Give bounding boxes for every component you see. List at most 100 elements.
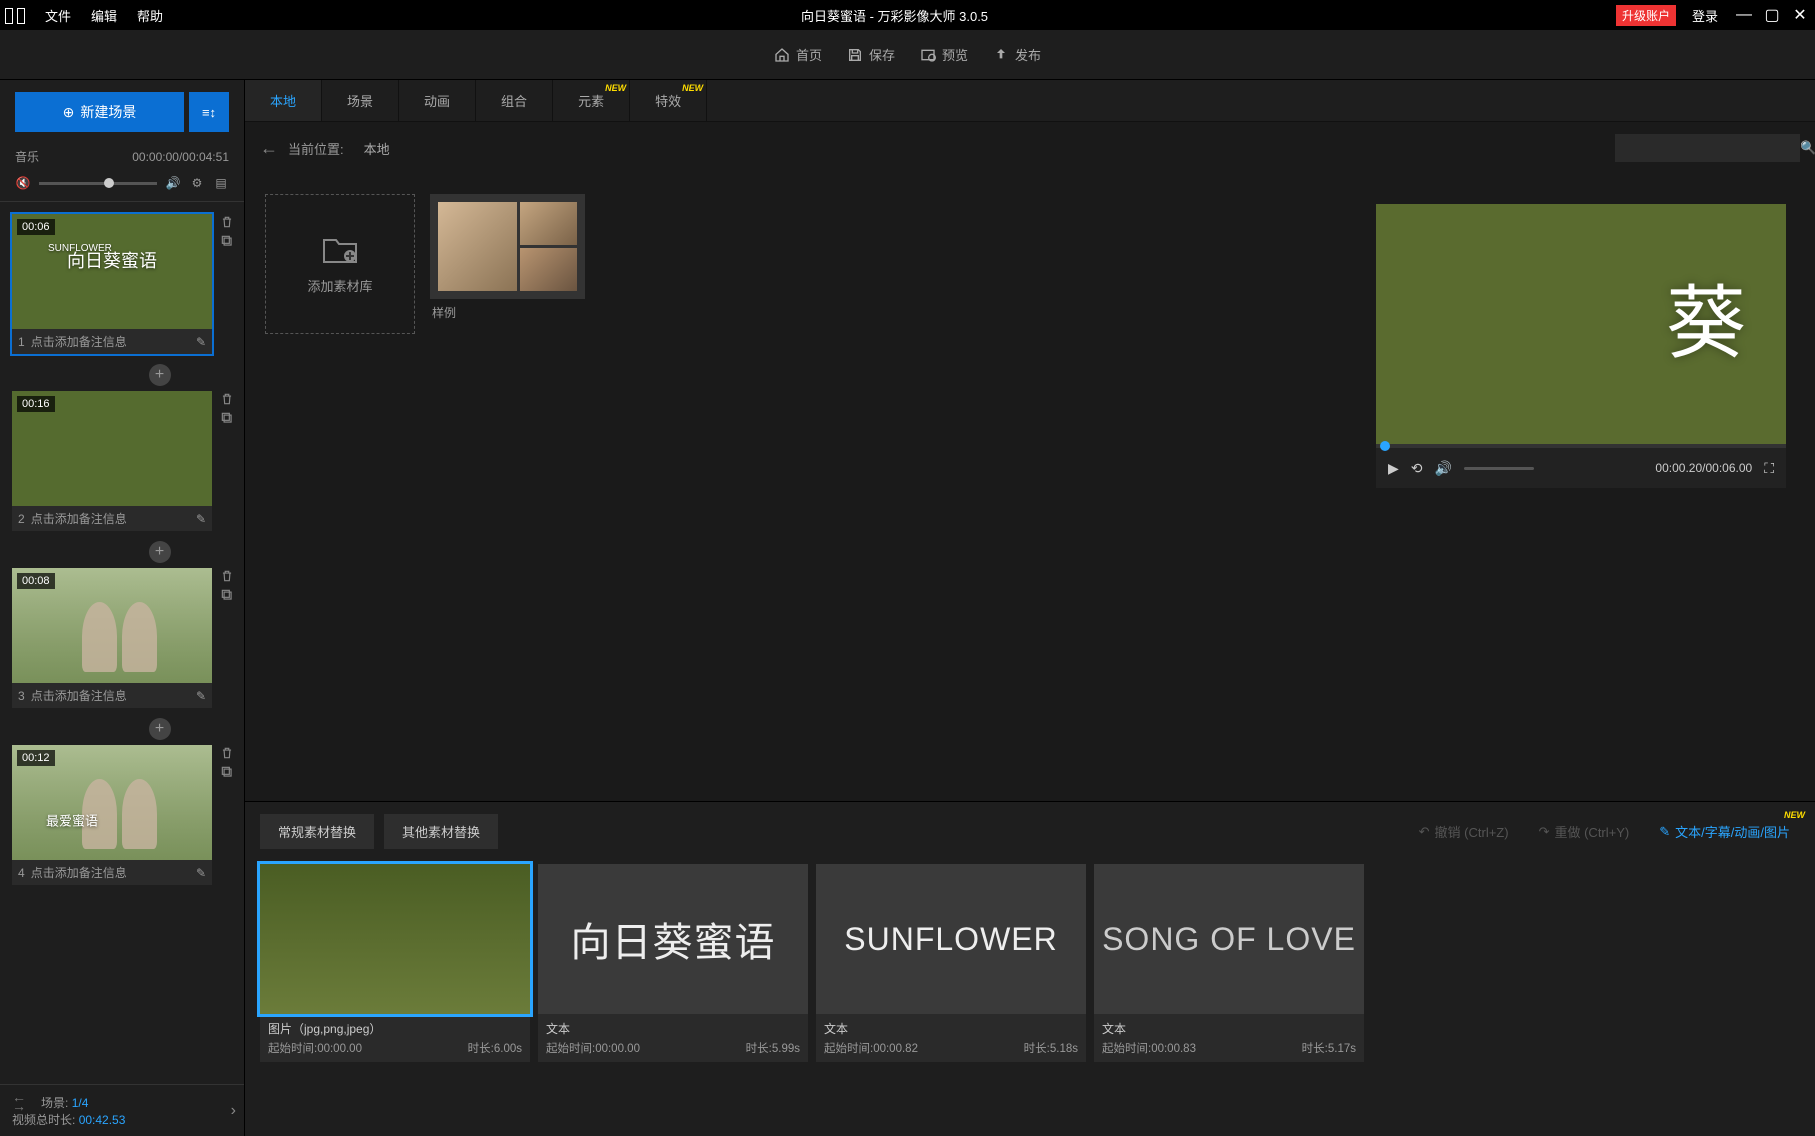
back-icon[interactable]: ← [260, 138, 278, 159]
edit-note-icon[interactable]: ✎ [196, 335, 206, 349]
folder-thumbnail [430, 194, 585, 299]
new-badge: NEW [605, 83, 626, 93]
new-scene-button[interactable]: ⊕ 新建场景 [15, 92, 184, 132]
breadcrumb-label: 当前位置: [288, 139, 344, 158]
clone-scene-icon[interactable] [219, 410, 234, 425]
preview-volume-slider[interactable] [1464, 467, 1534, 470]
scene-note[interactable]: 点击添加备注信息 [31, 864, 196, 881]
edit-note-icon[interactable]: ✎ [196, 689, 206, 703]
scene-index: 2 [18, 512, 25, 526]
search-box[interactable]: 🔍 [1615, 134, 1800, 162]
tab-regular-replace[interactable]: 常规素材替换 [260, 814, 374, 849]
asset-tab-3[interactable]: 组合 [476, 80, 553, 121]
fullscreen-icon[interactable]: ⛶ [1764, 460, 1774, 477]
close-button[interactable]: ✕ [1790, 5, 1810, 25]
play-icon[interactable]: ▶ [1388, 460, 1399, 477]
asset-tab-5[interactable]: 特效NEW [630, 80, 707, 121]
insert-scene-button[interactable]: + [149, 541, 171, 563]
sidebar-footer: ←→ 场景: 1/4 视频总时长: 00:42.53 › [0, 1084, 244, 1136]
reorder-arrows[interactable]: ←→ [12, 1093, 26, 1111]
scene-duration-badge: 00:12 [17, 750, 55, 766]
music-settings-icon[interactable]: ⚙ [189, 175, 205, 191]
tab-other-replace[interactable]: 其他素材替换 [384, 814, 498, 849]
scene-item-2[interactable]: 00:16 2 点击添加备注信息 ✎ [10, 389, 214, 533]
breadcrumb-value: 本地 [364, 139, 390, 158]
edit-note-icon[interactable]: ✎ [196, 512, 206, 526]
insert-scene-button[interactable]: + [149, 364, 171, 386]
music-list-icon[interactable]: ▤ [213, 175, 229, 191]
mute-icon[interactable]: 🔇 [15, 175, 31, 191]
clip-row: 图片（jpg,png,jpeg） 起始时间:00:00.00 时长:6.00s … [245, 849, 1815, 1077]
clone-scene-icon[interactable] [219, 587, 234, 602]
asset-tab-0[interactable]: 本地 [245, 80, 322, 121]
scene-item-4[interactable]: 最爱蜜语 00:12 4 点击添加备注信息 ✎ [10, 743, 214, 887]
music-time: 00:00:00/00:04:51 [132, 150, 229, 164]
scene-note[interactable]: 点击添加备注信息 [31, 687, 196, 704]
timeline-panel: 常规素材替换 其他素材替换 ↶ 撤销 (Ctrl+Z) ↷ 重做 (Ctrl+Y… [245, 801, 1815, 1136]
redo-icon: ↷ [1539, 824, 1550, 840]
clone-scene-icon[interactable] [219, 764, 234, 779]
sample-folder[interactable]: 样例 [430, 194, 585, 326]
home-label: 首页 [796, 45, 822, 64]
search-icon[interactable]: 🔍 [1800, 140, 1815, 156]
login-button[interactable]: 登录 [1684, 6, 1726, 25]
delete-scene-icon[interactable] [219, 391, 234, 406]
volume-up-icon[interactable]: 🔊 [165, 175, 181, 191]
text-subtitle-edit-button[interactable]: ✎ 文本/字幕/动画/图片 NEW [1649, 822, 1800, 841]
insert-scene-button[interactable]: + [149, 718, 171, 740]
save-button[interactable]: 保存 [847, 45, 895, 64]
clip-3[interactable]: SONG OF LOVE 文本 起始时间:00:00.83 时长:5.17s [1094, 864, 1364, 1062]
scene-duration-badge: 00:16 [17, 396, 55, 412]
preview-canvas[interactable]: 葵 [1376, 204, 1786, 444]
delete-scene-icon[interactable] [219, 214, 234, 229]
titlebar: 文件 编辑 帮助 向日葵蜜语 - 万彩影像大师 3.0.5 升级账户 登录 — … [0, 0, 1815, 30]
asset-tabs: 本地场景动画组合元素NEW特效NEW [245, 80, 1815, 122]
preview-time: 00:00.20/00:06.00 [1655, 461, 1752, 475]
scene-thumbnail: 00:08 [12, 568, 212, 683]
total-duration-label: 视频总时长: [12, 1113, 75, 1127]
clone-scene-icon[interactable] [219, 233, 234, 248]
asset-tab-4[interactable]: 元素NEW [553, 80, 630, 121]
home-button[interactable]: 首页 [774, 45, 822, 64]
music-label: 音乐 [15, 148, 39, 165]
preview-icon [920, 47, 936, 63]
preview-overlay-text: 葵 [1666, 259, 1746, 375]
clip-2[interactable]: SUNFLOWER 文本 起始时间:00:00.82 时长:5.18s [816, 864, 1086, 1062]
scene-note[interactable]: 点击添加备注信息 [31, 510, 196, 527]
sort-scenes-button[interactable]: ≡↕ [189, 92, 229, 132]
menu-file[interactable]: 文件 [35, 6, 81, 25]
maximize-button[interactable]: ▢ [1762, 5, 1782, 25]
main-toolbar: 首页 保存 预览 发布 [0, 30, 1815, 80]
menu-help[interactable]: 帮助 [127, 6, 173, 25]
scene-item-3[interactable]: 00:08 3 点击添加备注信息 ✎ [10, 566, 214, 710]
clip-0[interactable]: 图片（jpg,png,jpeg） 起始时间:00:00.00 时长:6.00s [260, 864, 530, 1062]
add-asset-folder[interactable]: 添加素材库 [265, 194, 415, 334]
clip-preview: SUNFLOWER [816, 864, 1086, 1014]
expand-icon[interactable]: › [231, 1102, 236, 1120]
preview-progress[interactable] [1376, 444, 1786, 448]
edit-note-icon[interactable]: ✎ [196, 866, 206, 880]
scene-note[interactable]: 点击添加备注信息 [31, 333, 196, 350]
minimize-button[interactable]: — [1734, 6, 1754, 24]
clip-1[interactable]: 向日葵蜜语 文本 起始时间:00:00.00 时长:5.99s [538, 864, 808, 1062]
volume-icon[interactable]: 🔊 [1435, 460, 1452, 477]
clip-preview: SONG OF LOVE [1094, 864, 1364, 1014]
upgrade-button[interactable]: 升级账户 [1616, 5, 1676, 26]
new-badge: NEW [1784, 810, 1805, 820]
volume-slider[interactable] [39, 182, 157, 185]
asset-tab-1[interactable]: 场景 [322, 80, 399, 121]
preview-button[interactable]: 预览 [920, 45, 968, 64]
scene-item-1[interactable]: SUNFLOWER向日葵蜜语 00:06 1 点击添加备注信息 ✎ [10, 212, 214, 356]
search-input[interactable] [1623, 141, 1800, 156]
loop-icon[interactable]: ⟲ [1411, 460, 1423, 477]
delete-scene-icon[interactable] [219, 745, 234, 760]
publish-icon [993, 47, 1009, 63]
menu-edit[interactable]: 编辑 [81, 6, 127, 25]
delete-scene-icon[interactable] [219, 568, 234, 583]
publish-button[interactable]: 发布 [993, 45, 1041, 64]
plus-icon: ⊕ [63, 104, 75, 121]
clip-duration: 时长:5.18s [1024, 1040, 1078, 1056]
publish-label: 发布 [1015, 45, 1041, 64]
asset-tab-2[interactable]: 动画 [399, 80, 476, 121]
scene-count-value: 1/4 [72, 1096, 89, 1110]
